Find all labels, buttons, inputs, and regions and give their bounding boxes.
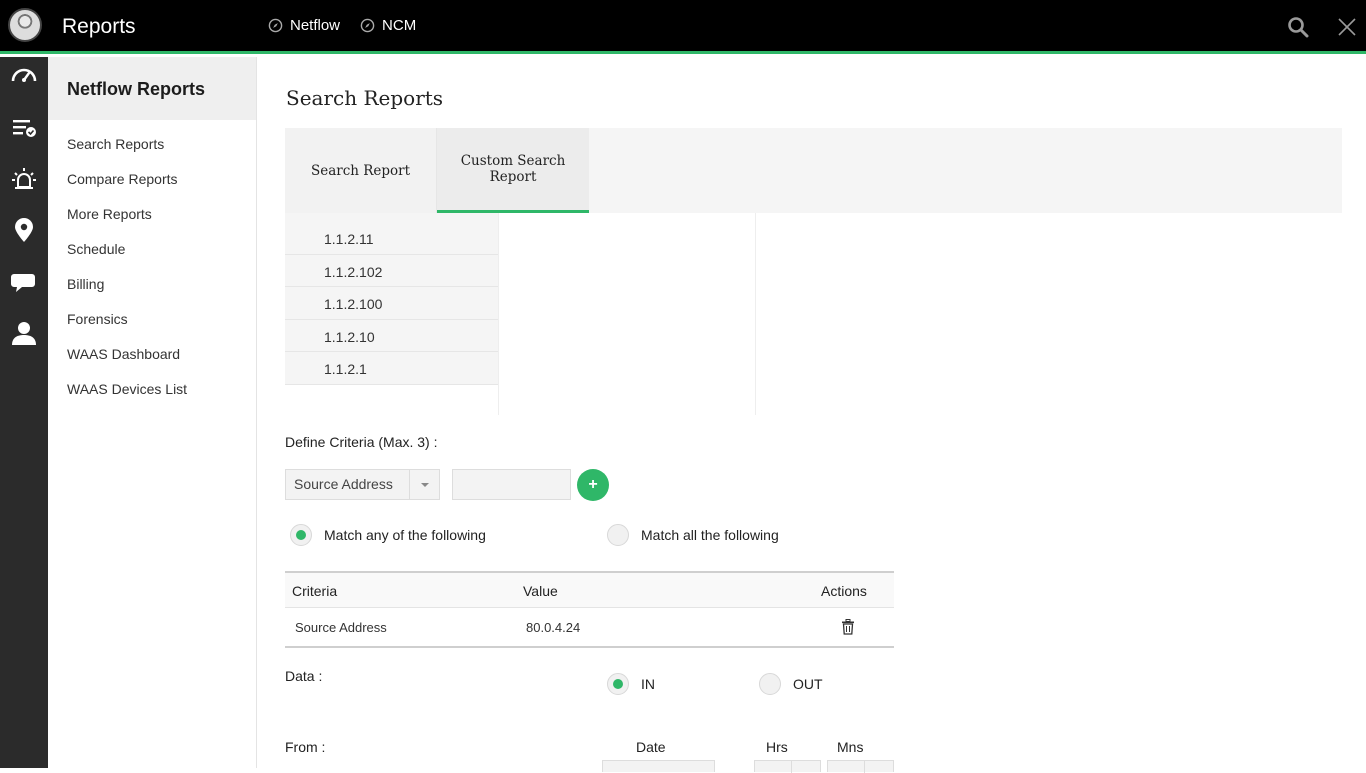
top-bar: Reports Netflow NCM [0, 0, 1366, 54]
compass-icon [268, 18, 283, 33]
from-label: From : [285, 739, 326, 755]
row-value: 80.0.4.24 [526, 620, 581, 635]
sidebar-item-waas-devices-list[interactable]: WAAS Devices List [48, 374, 256, 409]
criteria-select-value: Source Address [294, 476, 393, 492]
criteria-select[interactable]: Source Address [285, 469, 440, 500]
row-criteria: Source Address [295, 620, 387, 635]
sidebar-item-compare-reports[interactable]: Compare Reports [48, 164, 256, 199]
list-item[interactable]: 1.1.2.11 [285, 222, 498, 255]
match-any-radio[interactable]: Match any of the following [290, 524, 486, 546]
from-hrs-input[interactable] [754, 760, 821, 773]
match-all-label: Match all the following [641, 527, 779, 543]
hrs-header: Hrs [766, 739, 788, 755]
criteria-table: Criteria Value Actions Source Address 80… [285, 571, 894, 648]
criteria-value-input[interactable] [452, 469, 571, 500]
topnav-netflow[interactable]: Netflow [268, 17, 340, 34]
add-criteria-button[interactable]: + [577, 469, 609, 501]
icon-rail [0, 57, 48, 768]
radio-selected [290, 524, 312, 546]
alarm-icon[interactable] [10, 165, 38, 193]
mns-header: Mns [837, 739, 864, 755]
main-content: Search Reports Search Report Custom Sear… [257, 57, 1366, 773]
from-mns-input[interactable] [827, 760, 894, 773]
list-item[interactable]: 1.1.2.100 [285, 287, 498, 320]
ip-address-list: 1.1.2.11 1.1.2.102 1.1.2.100 1.1.2.10 1.… [285, 213, 499, 415]
header-value: Value [523, 583, 558, 599]
date-header: Date [636, 739, 666, 755]
divider [755, 213, 756, 415]
sidebar-item-schedule[interactable]: Schedule [48, 234, 256, 269]
report-tabs: Search Report Custom Search Report [285, 128, 1342, 213]
sidebar-item-forensics[interactable]: Forensics [48, 304, 256, 339]
data-label: Data : [285, 668, 323, 684]
close-icon[interactable] [1336, 16, 1358, 38]
chevron-down-icon [409, 470, 439, 499]
from-date-input[interactable] [602, 760, 715, 772]
tab-custom-search-report[interactable]: Custom Search Report [437, 128, 589, 213]
search-icon[interactable] [1287, 16, 1309, 38]
tab-custom-search-report-label: Custom Search Report [460, 153, 566, 185]
match-any-label: Match any of the following [324, 527, 486, 543]
tab-search-report[interactable]: Search Report [285, 128, 437, 213]
radio-unselected [607, 524, 629, 546]
data-out-label: OUT [793, 676, 823, 692]
table-header: Criteria Value Actions [285, 571, 894, 608]
radio-selected [607, 673, 629, 695]
radio-unselected [759, 673, 781, 695]
sidebar-list: Search Reports Compare Reports More Repo… [48, 120, 256, 409]
criteria-label: Define Criteria (Max. 3) : [285, 434, 438, 450]
sidebar-item-billing[interactable]: Billing [48, 269, 256, 304]
list-item[interactable]: 1.1.2.1 [285, 352, 498, 385]
header-criteria: Criteria [292, 583, 338, 599]
topnav-netflow-label: Netflow [290, 17, 341, 34]
user-icon[interactable] [10, 319, 38, 347]
location-pin-icon[interactable] [10, 216, 38, 244]
sidebar-item-waas-dashboard[interactable]: WAAS Dashboard [48, 339, 256, 374]
delete-icon[interactable] [841, 619, 855, 635]
topnav-ncm-label: NCM [382, 17, 417, 34]
list-item[interactable]: 1.1.2.10 [285, 319, 498, 352]
chat-icon[interactable] [10, 268, 38, 296]
page-title: Search Reports [286, 86, 444, 110]
sidebar-item-search-reports[interactable]: Search Reports [48, 129, 256, 164]
top-nav: Netflow NCM [268, 17, 416, 34]
user-avatar[interactable] [8, 8, 42, 42]
sidebar-item-more-reports[interactable]: More Reports [48, 199, 256, 234]
data-out-radio[interactable]: OUT [759, 673, 823, 695]
data-in-radio[interactable]: IN [607, 673, 655, 695]
tab-search-report-label: Search Report [310, 162, 411, 179]
header-actions: Actions [821, 583, 867, 599]
dashboard-gauge-icon[interactable] [10, 62, 38, 90]
table-row: Source Address 80.0.4.24 [285, 608, 894, 648]
match-all-radio[interactable]: Match all the following [607, 524, 779, 546]
tasks-list-icon[interactable] [10, 114, 38, 142]
list-item[interactable]: 1.1.2.102 [285, 254, 498, 287]
sidebar-header: Netflow Reports [48, 57, 256, 120]
app-title: Reports [62, 15, 136, 38]
sidebar: Netflow Reports Search Reports Compare R… [48, 57, 257, 768]
data-in-label: IN [641, 676, 655, 692]
topnav-ncm[interactable]: NCM [360, 17, 416, 34]
compass-icon [360, 18, 375, 33]
